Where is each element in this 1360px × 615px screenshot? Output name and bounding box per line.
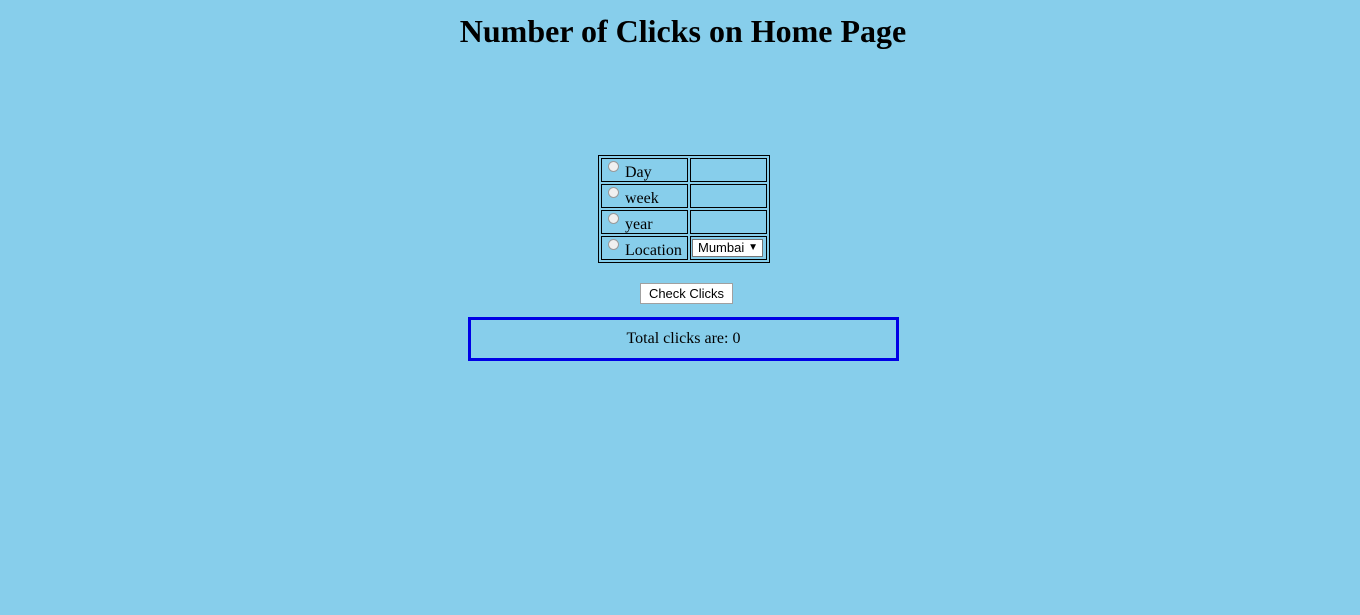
radio-location[interactable] (608, 238, 619, 250)
location-select-value: Mumbai (698, 240, 745, 255)
option-cell-day: Day (601, 158, 688, 182)
option-row-location: Location Mumbai ▼ (601, 236, 767, 260)
value-cell-week (690, 184, 767, 208)
check-clicks-button[interactable]: Check Clicks (640, 283, 733, 304)
radio-year[interactable] (608, 212, 619, 224)
option-label-location: Location (625, 241, 682, 259)
value-cell-day (690, 158, 767, 182)
option-label-year: year (625, 215, 653, 233)
option-row-year: year (601, 210, 767, 234)
option-label-week: week (625, 189, 659, 207)
option-row-week: week (601, 184, 767, 208)
location-select[interactable]: Mumbai ▼ (692, 239, 763, 257)
triangle-down-icon: ▼ (748, 242, 758, 253)
option-cell-location: Location (601, 236, 688, 260)
value-cell-year (690, 210, 767, 234)
page-title: Number of Clicks on Home Page (459, 13, 907, 49)
options-table: Day week year Location Mumbai ▼ (598, 155, 770, 263)
result-label: Total clicks are: (626, 330, 729, 347)
value-cell-location: Mumbai ▼ (690, 236, 767, 260)
page: Number of Clicks on Home Page Day week y… (0, 0, 1360, 615)
option-cell-year: year (601, 210, 688, 234)
option-cell-week: week (601, 184, 688, 208)
option-label-day: Day (625, 163, 652, 181)
radio-day[interactable] (608, 160, 619, 172)
radio-week[interactable] (608, 186, 619, 198)
result-box: Total clicks are: 0 (468, 317, 899, 361)
result-count: 0 (732, 330, 741, 347)
option-row-day: Day (601, 158, 767, 182)
